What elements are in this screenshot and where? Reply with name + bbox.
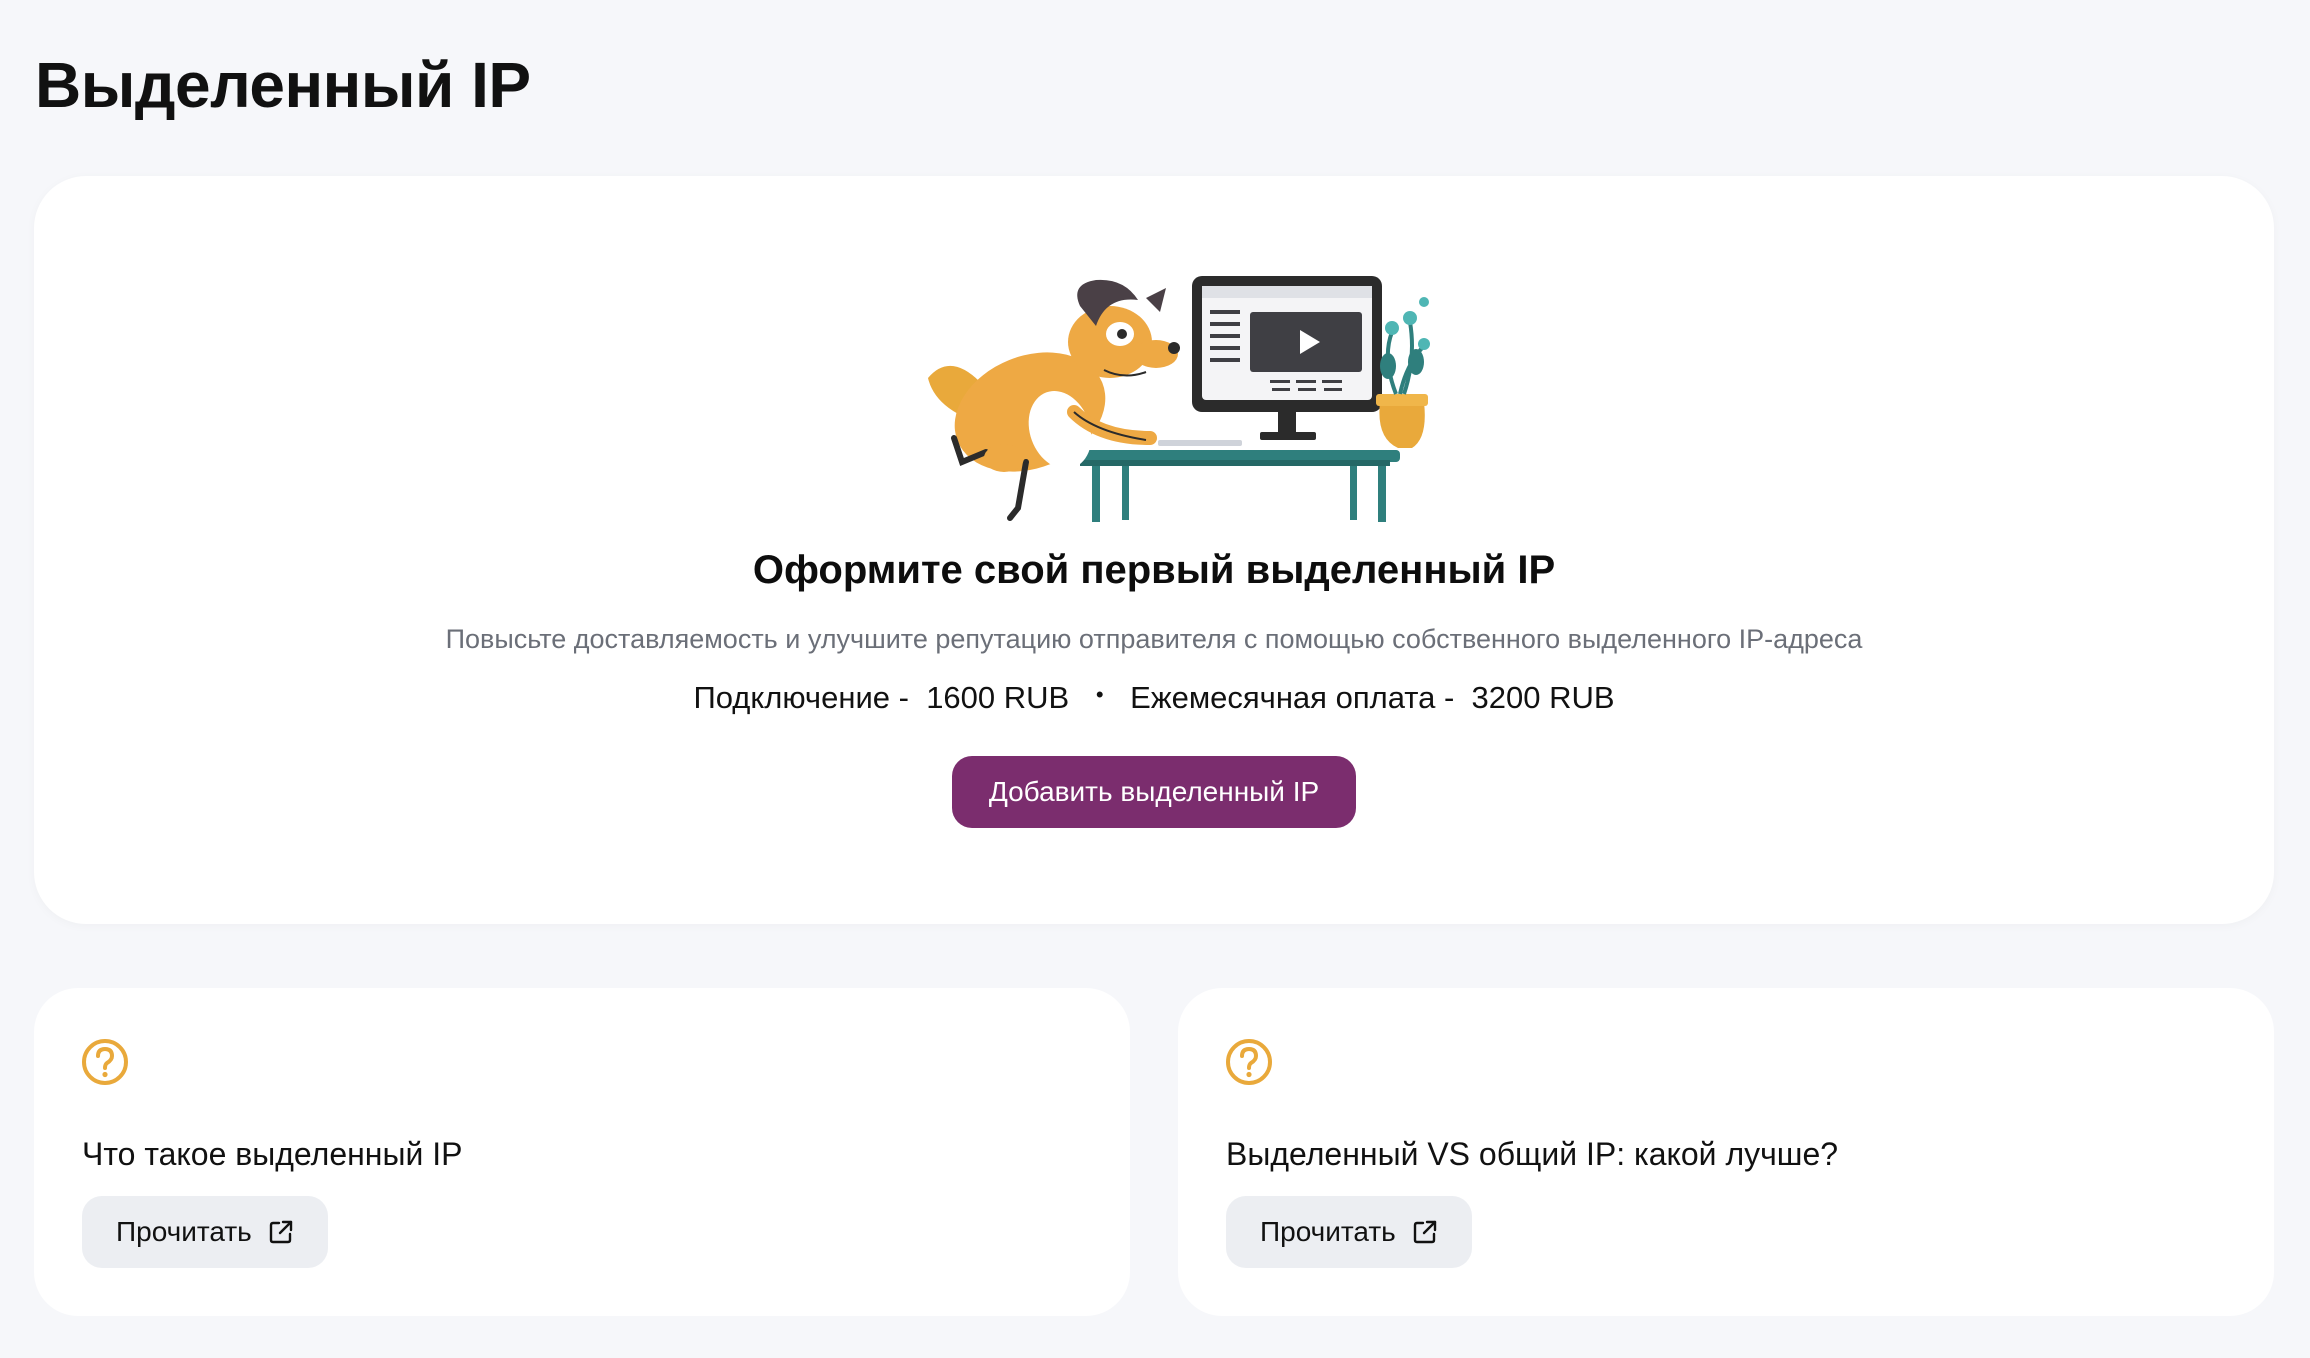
read-button[interactable]: Прочитать <box>1226 1196 1472 1268</box>
pricing-line: Подключение - 1600 RUB • Ежемесячная опл… <box>34 680 2274 716</box>
question-circle-icon <box>1226 1039 1272 1085</box>
read-button-label: Прочитать <box>116 1216 252 1247</box>
info-card: Выделенный VS общий IP: какой лучше? Про… <box>1178 988 2274 1316</box>
connection-label: Подключение - <box>693 680 909 715</box>
external-link-icon <box>1413 1220 1436 1244</box>
page-title: Выделенный IP <box>35 49 531 121</box>
external-link-icon <box>269 1220 292 1244</box>
hero-title: Оформите свой первый выделенный IP <box>752 548 1556 592</box>
connection-price: 1600 RUB <box>926 680 1070 715</box>
add-dedicated-ip-button[interactable]: Добавить выделенный IP <box>952 756 1356 828</box>
read-button[interactable]: Прочитать <box>82 1196 328 1268</box>
question-circle-icon <box>82 1039 128 1085</box>
info-card: Что такое выделенный IP Прочитать <box>34 988 1130 1316</box>
empty-state-card: Оформите свой первый выделенный IP Повыс… <box>34 176 2274 924</box>
monthly-label: Ежемесячная оплата - <box>1130 680 1455 715</box>
hero-subtitle: Повысьте доставляемость и улучшите репут… <box>445 624 1863 654</box>
monthly-price: 3200 RUB <box>1471 680 1615 715</box>
dog-at-computer-illustration <box>928 276 1430 522</box>
card-title: Выделенный VS общий IP: какой лучше? <box>1226 1136 1839 1172</box>
card-title: Что такое выделенный IP <box>82 1136 463 1172</box>
price-separator: • <box>1095 682 1104 707</box>
read-button-label: Прочитать <box>1260 1216 1396 1247</box>
